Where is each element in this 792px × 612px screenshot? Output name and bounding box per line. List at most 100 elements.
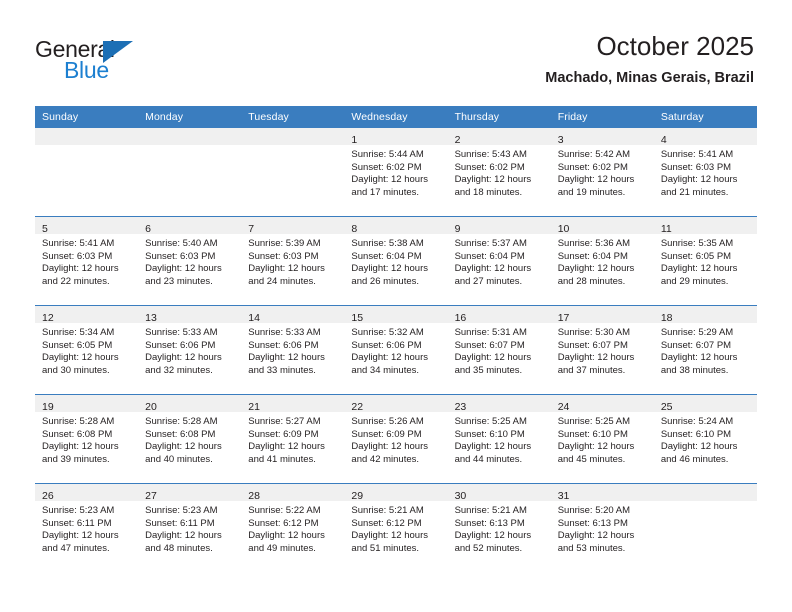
calendar-day-cell[interactable]: 19 Sunrise: 5:28 AM Sunset: 6:08 PM Dayligh… xyxy=(35,394,139,484)
day-details: Sunrise: 5:30 AM Sunset: 6:07 PM Daylight:… xyxy=(551,323,654,377)
calendar-day-cell[interactable]: 27 Sunrise: 5:23 AM Sunset: 6:11 PM Dayligh… xyxy=(138,483,242,572)
day-number-strip: 1 xyxy=(344,128,448,146)
calendar-day-cell[interactable]: 23 Sunrise: 5:25 AM Sunset: 6:10 PM Dayligh… xyxy=(447,394,551,484)
day-detail-line: Daylight: 12 hours xyxy=(454,263,532,275)
logo-text-blue: Blue xyxy=(64,57,109,83)
calendar-day-cell[interactable]: 29 Sunrise: 5:21 AM Sunset: 6:12 PM Dayligh… xyxy=(344,483,448,572)
weekday-header-sunday: Sunday xyxy=(35,106,139,128)
day-detail-line: Sunset: 6:04 PM xyxy=(454,250,525,262)
calendar-day-cell[interactable]: 11 Sunrise: 5:35 AM Sunset: 6:05 PM Dayligh… xyxy=(653,216,757,306)
month-calendar: Sunday Monday Tuesday Wednesday Thursday Frid… xyxy=(35,106,757,572)
day-detail-line: Sunset: 6:10 PM xyxy=(557,428,628,440)
day-number: 9 xyxy=(454,223,461,235)
day-detail-line: and 47 minutes. xyxy=(42,542,110,554)
day-number-strip xyxy=(653,484,757,501)
day-detail-line: Daylight: 12 hours xyxy=(42,263,119,275)
calendar-day-cell[interactable]: 14 Sunrise: 5:33 AM Sunset: 6:06 PM Dayligh… xyxy=(241,305,345,395)
calendar-day-cell[interactable]: 16 Sunrise: 5:31 AM Sunset: 6:07 PM Dayligh… xyxy=(447,305,551,395)
day-detail-line: Sunrise: 5:21 AM xyxy=(351,505,424,516)
day-details: Sunrise: 5:41 AM Sunset: 6:03 PM Daylight:… xyxy=(654,145,757,199)
day-detail-line: Sunrise: 5:43 AM xyxy=(454,149,527,160)
day-detail-line: and 21 minutes. xyxy=(660,186,729,198)
day-detail-line: Daylight: 12 hours xyxy=(145,352,222,364)
calendar-day-cell[interactable]: 3 Sunrise: 5:42 AM Sunset: 6:02 PM Daylight… xyxy=(550,128,654,217)
calendar-day-cell[interactable]: 20 Sunrise: 5:28 AM Sunset: 6:08 PM Dayligh… xyxy=(138,394,242,484)
calendar-day-cell[interactable]: 31 Sunrise: 5:20 AM Sunset: 6:13 PM Dayligh… xyxy=(550,483,654,572)
day-detail-line: and 48 minutes. xyxy=(145,542,213,554)
day-detail-line: Daylight: 12 hours xyxy=(248,263,325,275)
day-detail-line: Sunrise: 5:23 AM xyxy=(145,505,218,516)
day-details: Sunrise: 5:21 AM Sunset: 6:13 PM Daylight:… xyxy=(448,501,551,555)
calendar-day-cell[interactable]: 21 Sunrise: 5:27 AM Sunset: 6:09 PM Dayligh… xyxy=(241,394,345,484)
day-detail-line: Sunrise: 5:21 AM xyxy=(454,505,527,516)
day-detail-line: and 39 minutes. xyxy=(42,453,110,465)
day-number-strip: 30 xyxy=(447,484,551,502)
day-number-strip: 2 xyxy=(447,128,551,146)
day-number-strip: 25 xyxy=(653,395,757,413)
day-detail-line: Sunset: 6:03 PM xyxy=(248,250,319,262)
day-number: 1 xyxy=(351,134,358,146)
day-number: 28 xyxy=(248,490,260,502)
calendar-day-cell[interactable]: 26 Sunrise: 5:23 AM Sunset: 6:11 PM Dayligh… xyxy=(35,483,139,572)
day-detail-line: and 17 minutes. xyxy=(351,186,420,198)
calendar-day-cell[interactable]: 30 Sunrise: 5:21 AM Sunset: 6:13 PM Dayligh… xyxy=(447,483,551,572)
calendar-day-cell[interactable]: 24 Sunrise: 5:25 AM Sunset: 6:10 PM Dayligh… xyxy=(550,394,654,484)
day-detail-line: Daylight: 12 hours xyxy=(557,263,635,275)
calendar-week-row: 19 Sunrise: 5:28 AM Sunset: 6:08 PM Dayligh… xyxy=(35,394,757,484)
weekday-header-monday: Monday xyxy=(138,106,242,128)
calendar-day-cell[interactable]: 25 Sunrise: 5:24 AM Sunset: 6:10 PM Dayligh… xyxy=(653,394,757,484)
calendar-day-cell[interactable]: 13 Sunrise: 5:33 AM Sunset: 6:06 PM Dayligh… xyxy=(138,305,242,395)
calendar-week-row: 1 Sunrise: 5:44 AM Sunset: 6:02 PM Daylight… xyxy=(35,128,757,217)
day-number-strip: 3 xyxy=(550,128,654,146)
day-detail-line: Daylight: 12 hours xyxy=(454,174,532,186)
day-number-strip: 28 xyxy=(241,484,345,502)
day-detail-line: Sunrise: 5:25 AM xyxy=(557,416,631,427)
page-header: General Blue October 2025 Machado, Minas… xyxy=(0,0,792,104)
day-detail-line: Sunset: 6:02 PM xyxy=(351,161,422,173)
day-detail-line: Sunrise: 5:23 AM xyxy=(42,505,115,516)
calendar-day-cell[interactable]: 5 Sunrise: 5:41 AM Sunset: 6:03 PM Daylight… xyxy=(35,216,139,306)
day-detail-line: Sunrise: 5:22 AM xyxy=(248,505,321,516)
day-detail-line: and 53 minutes. xyxy=(557,542,626,554)
day-detail-line: Sunrise: 5:37 AM xyxy=(454,238,527,249)
day-detail-line: Sunset: 6:04 PM xyxy=(557,250,628,262)
calendar-day-cell[interactable]: 15 Sunrise: 5:32 AM Sunset: 6:06 PM Dayligh… xyxy=(344,305,448,395)
calendar-day-cell[interactable]: 28 Sunrise: 5:22 AM Sunset: 6:12 PM Dayligh… xyxy=(241,483,345,572)
day-number: 11 xyxy=(660,223,672,235)
calendar-day-cell[interactable]: 22 Sunrise: 5:26 AM Sunset: 6:09 PM Dayligh… xyxy=(344,394,448,484)
day-detail-line: Sunrise: 5:44 AM xyxy=(351,149,424,160)
calendar-day-cell[interactable]: 6 Sunrise: 5:40 AM Sunset: 6:03 PM Daylight… xyxy=(138,216,242,306)
day-detail-line: Sunset: 6:08 PM xyxy=(42,428,113,440)
calendar-day-cell[interactable]: 4 Sunrise: 5:41 AM Sunset: 6:03 PM Daylight… xyxy=(653,128,757,217)
calendar-header-row: Sunday Monday Tuesday Wednesday Thursday Frid… xyxy=(35,106,757,128)
day-number: 23 xyxy=(454,401,467,413)
calendar-day-cell[interactable]: 12 Sunrise: 5:34 AM Sunset: 6:05 PM Dayligh… xyxy=(35,305,139,395)
day-number: 5 xyxy=(42,223,48,235)
day-detail-line: Daylight: 12 hours xyxy=(42,530,119,542)
calendar-day-cell[interactable]: 9 Sunrise: 5:37 AM Sunset: 6:04 PM Daylight… xyxy=(447,216,551,306)
day-details: Sunrise: 5:21 AM Sunset: 6:12 PM Daylight:… xyxy=(344,501,447,555)
day-details: Sunrise: 5:27 AM Sunset: 6:09 PM Daylight:… xyxy=(241,412,344,466)
calendar-day-cell-empty xyxy=(653,483,757,572)
calendar-day-cell[interactable]: 8 Sunrise: 5:38 AM Sunset: 6:04 PM Daylight… xyxy=(344,216,448,306)
day-number-strip: 21 xyxy=(241,395,345,413)
calendar-day-cell-empty xyxy=(241,128,345,217)
day-number: 10 xyxy=(557,223,570,235)
day-details: Sunrise: 5:23 AM Sunset: 6:11 PM Daylight:… xyxy=(35,501,138,555)
day-detail-line: and 33 minutes. xyxy=(248,364,316,376)
calendar-day-cell[interactable]: 7 Sunrise: 5:39 AM Sunset: 6:03 PM Daylight… xyxy=(241,216,345,306)
day-detail-line: Daylight: 12 hours xyxy=(351,530,428,542)
day-details: Sunrise: 5:23 AM Sunset: 6:11 PM Daylight:… xyxy=(138,501,241,555)
day-number-strip: 26 xyxy=(35,484,139,502)
day-detail-line: Daylight: 12 hours xyxy=(145,441,222,453)
calendar-day-cell[interactable]: 18 Sunrise: 5:29 AM Sunset: 6:07 PM Dayligh… xyxy=(653,305,757,395)
calendar-day-cell[interactable]: 10 Sunrise: 5:36 AM Sunset: 6:04 PM Dayligh… xyxy=(550,216,654,306)
calendar-day-cell[interactable]: 1 Sunrise: 5:44 AM Sunset: 6:02 PM Daylight… xyxy=(344,128,448,217)
calendar-day-cell[interactable]: 2 Sunrise: 5:43 AM Sunset: 6:02 PM Daylight… xyxy=(447,128,551,217)
day-number: 8 xyxy=(351,223,358,235)
day-details: Sunrise: 5:38 AM Sunset: 6:04 PM Daylight:… xyxy=(344,234,447,288)
day-number: 6 xyxy=(145,223,151,235)
day-number: 25 xyxy=(660,401,673,413)
calendar-day-cell[interactable]: 17 Sunrise: 5:30 AM Sunset: 6:07 PM Dayligh… xyxy=(550,305,654,395)
day-detail-line: Sunrise: 5:41 AM xyxy=(660,149,734,160)
